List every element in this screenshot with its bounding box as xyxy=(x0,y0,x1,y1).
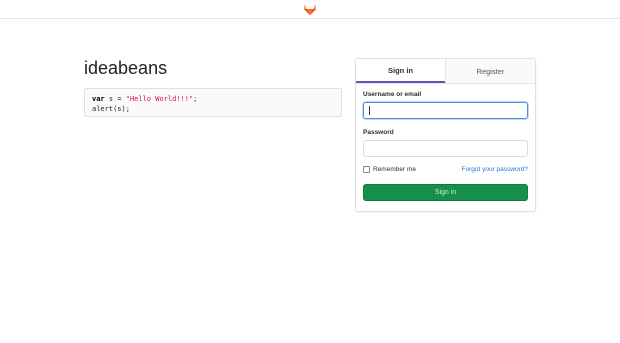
text-caret xyxy=(369,106,370,115)
tab-sign-in[interactable]: Sign in xyxy=(356,59,445,83)
login-form: Username or email Password Remember me F… xyxy=(356,84,535,201)
username-input[interactable] xyxy=(363,102,528,119)
code-line-1: var s = "Hello World!!!"; xyxy=(92,94,334,104)
tab-register[interactable]: Register xyxy=(445,59,535,83)
code-string: "Hello World!!!" xyxy=(125,95,194,103)
remember-label: Remember me xyxy=(373,166,416,173)
code-semicolon: ; xyxy=(193,95,198,103)
auth-tabs: Sign in Register xyxy=(356,59,535,84)
remember-checkbox[interactable] xyxy=(363,166,370,173)
code-text: s = xyxy=(104,95,126,103)
code-block: var s = "Hello World!!!"; alert(s); xyxy=(84,88,342,117)
page-title: ideabeans xyxy=(84,58,168,78)
remember-row: Remember me Forgot your password? xyxy=(363,166,528,173)
password-label: Password xyxy=(363,129,394,136)
sign-in-button[interactable]: Sign in xyxy=(363,184,528,201)
password-input[interactable] xyxy=(363,140,528,157)
login-panel: Sign in Register Username or email Passw… xyxy=(355,58,536,212)
gitlab-fox-icon[interactable] xyxy=(303,2,317,16)
username-label: Username or email xyxy=(363,91,422,98)
code-line-2: alert(s); xyxy=(92,105,130,113)
top-bar xyxy=(0,0,620,19)
forgot-password-link[interactable]: Forgot your password? xyxy=(462,166,528,173)
code-keyword: var xyxy=(92,95,105,103)
remember-me[interactable]: Remember me xyxy=(363,166,416,173)
